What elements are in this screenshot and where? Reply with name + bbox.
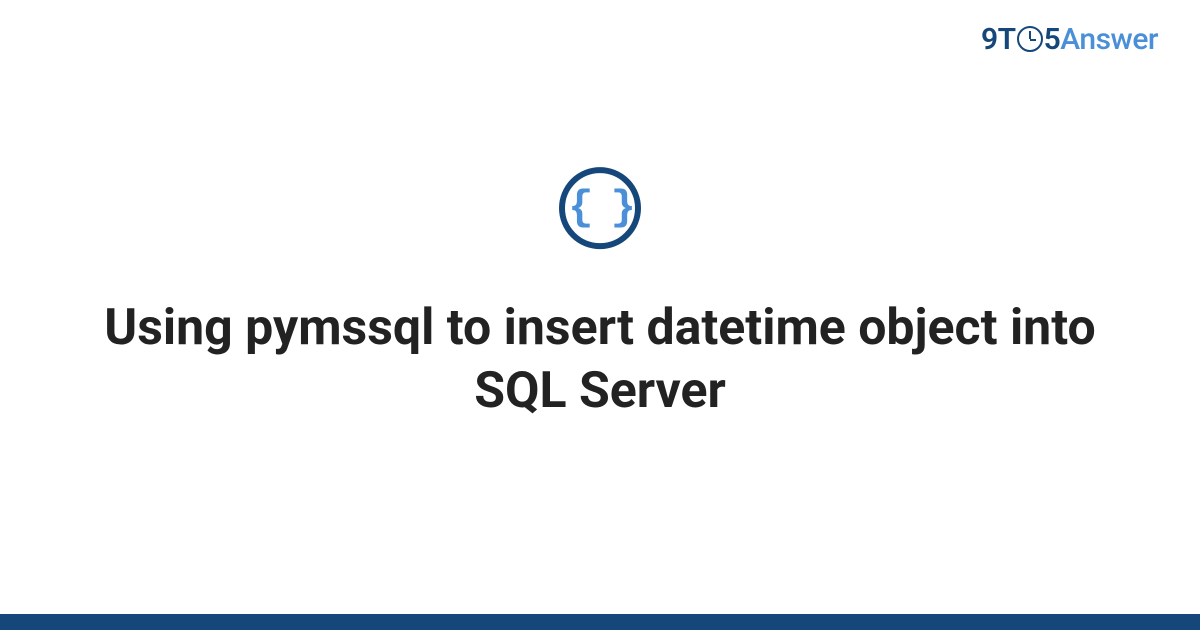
braces-icon: { } [568,187,632,229]
site-logo: 9T 5Answer [981,22,1158,57]
main-content: { } Using pymssql to insert datetime obj… [0,167,1200,422]
category-icon-circle: { } [559,167,641,249]
logo-text-5: 5 [1044,22,1061,57]
logo-text-9t: 9T [981,22,1016,57]
logo-text-answer: Answer [1060,22,1158,57]
page-title: Using pymssql to insert datetime object … [0,297,1200,422]
clock-icon [1017,26,1043,52]
footer-bar [0,614,1200,630]
